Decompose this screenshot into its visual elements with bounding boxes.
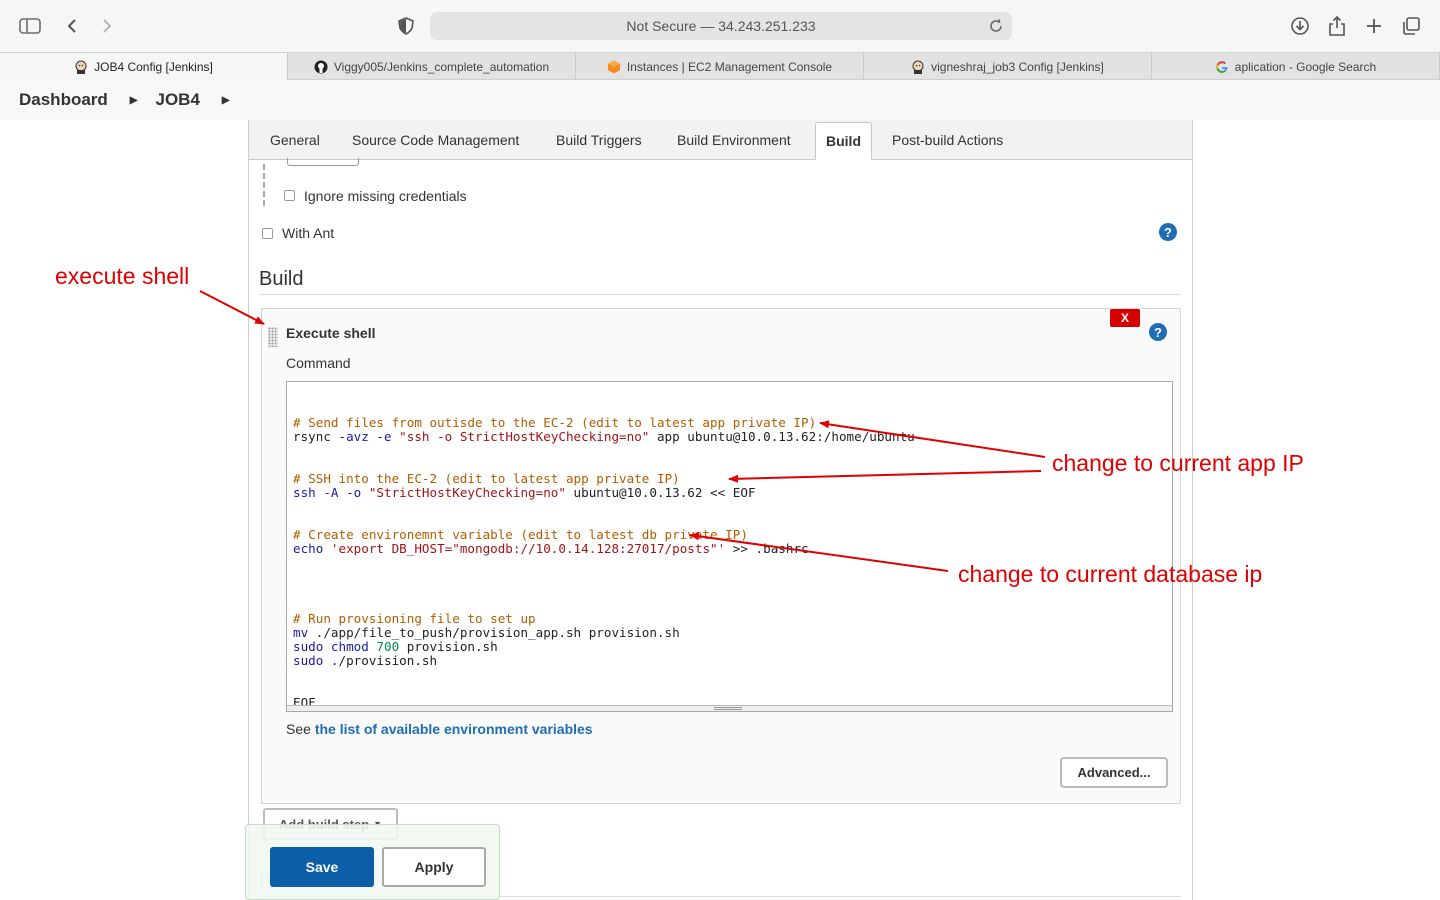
arrow-to-rsync-ip: [819, 420, 1046, 458]
arrow-to-db-ip: [689, 532, 949, 572]
annotation-arrows: [199, 290, 1046, 572]
arrow-to-ssh-ip: [728, 470, 1042, 483]
arrow-to-execute-shell: [199, 290, 265, 325]
